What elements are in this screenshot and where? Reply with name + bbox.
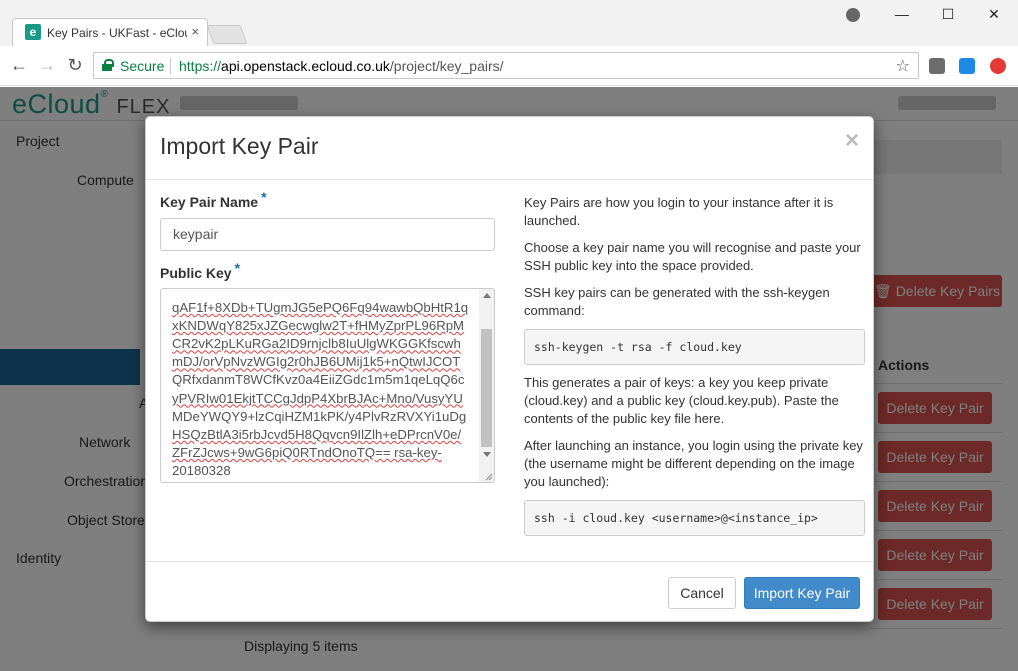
lock-icon bbox=[102, 59, 114, 71]
browser-titlebar: e Key Pairs - UKFast - eCloud × — ☐ ✕ bbox=[0, 0, 1018, 46]
reload-icon[interactable]: ↻ bbox=[63, 55, 87, 76]
close-window-button[interactable]: ✕ bbox=[972, 6, 1016, 23]
help-paragraph: After launching an instance, you login u… bbox=[524, 438, 863, 489]
close-icon[interactable]: × bbox=[845, 127, 859, 155]
modal-title: Import Key Pair bbox=[160, 133, 319, 159]
omnibox-divider bbox=[170, 58, 171, 74]
back-arrow-icon[interactable]: ← bbox=[7, 55, 31, 76]
url-host: api.openstack.ecloud.co.uk bbox=[221, 58, 390, 74]
secure-label: Secure bbox=[120, 58, 165, 74]
scroll-down-icon[interactable] bbox=[483, 452, 491, 457]
forward-arrow-icon[interactable]: → bbox=[35, 55, 59, 76]
tab-close-icon[interactable]: × bbox=[191, 24, 199, 39]
browser-toolbar: ← → ↻ Secure https://api.openstack.eclou… bbox=[0, 46, 1018, 86]
minimize-button[interactable]: — bbox=[880, 6, 924, 22]
address-bar[interactable]: Secure https://api.openstack.ecloud.co.u… bbox=[93, 52, 919, 79]
import-key-pair-button[interactable]: Import Key Pair bbox=[744, 577, 860, 609]
public-key-text: ​ qAF1f+8XDb+TUgmJG5ePQ6Fq94wawbQbHtR1q … bbox=[172, 300, 469, 478]
public-key-label: Public Key * bbox=[160, 260, 241, 281]
s-extension-icon[interactable] bbox=[959, 58, 975, 74]
public-key-textarea[interactable]: ​ qAF1f+8XDb+TUgmJG5ePQ6Fq94wawbQbHtR1q … bbox=[160, 288, 495, 483]
help-paragraph: Key Pairs are how you login to your inst… bbox=[524, 195, 834, 228]
key-pair-name-input[interactable]: keypair bbox=[160, 218, 495, 251]
resize-handle-icon[interactable] bbox=[484, 472, 493, 481]
shield-extension-icon[interactable] bbox=[929, 58, 945, 74]
bookmark-star-icon[interactable]: ☆ bbox=[896, 56, 910, 76]
import-key-pair-dialog: Import Key Pair × Key Pair Name * keypair… bbox=[145, 116, 874, 622]
url-scheme: https:// bbox=[179, 58, 222, 74]
help-paragraph: This generates a pair of keys: a key you… bbox=[524, 375, 839, 426]
upload-extension-icon[interactable] bbox=[990, 58, 1006, 74]
code-block: ssh -i cloud.key <username>@<instance_ip… bbox=[524, 500, 865, 536]
help-text: Key Pairs are how you login to your inst… bbox=[524, 194, 866, 545]
textarea-scrollbar[interactable] bbox=[479, 289, 494, 482]
help-paragraph: SSH key pairs can be generated with the … bbox=[524, 285, 830, 318]
key-pair-name-label: Key Pair Name * bbox=[160, 189, 267, 210]
tab-title: Key Pairs - UKFast - eCloud bbox=[47, 26, 187, 40]
cancel-button[interactable]: Cancel bbox=[668, 577, 736, 609]
maximize-button[interactable]: ☐ bbox=[926, 6, 970, 23]
url-text[interactable]: https://api.openstack.ecloud.co.uk/proje… bbox=[179, 58, 504, 74]
help-paragraph: Choose a key pair name you will recognis… bbox=[524, 240, 861, 273]
ecloud-favicon-icon: e bbox=[25, 24, 41, 40]
scroll-up-icon[interactable] bbox=[483, 293, 491, 298]
url-path: /project/key_pairs/ bbox=[389, 58, 504, 74]
browser-tab[interactable]: e Key Pairs - UKFast - eCloud × bbox=[12, 18, 208, 46]
scrollbar-thumb[interactable] bbox=[481, 329, 492, 447]
modal-header: Import Key Pair × bbox=[146, 117, 873, 180]
modal-footer: Cancel Import Key Pair bbox=[146, 561, 873, 623]
required-mark: * bbox=[261, 189, 267, 205]
profile-icon[interactable] bbox=[846, 8, 860, 22]
required-mark: * bbox=[234, 260, 241, 276]
code-block: ssh-keygen -t rsa -f cloud.key bbox=[524, 329, 865, 365]
new-tab-button[interactable] bbox=[206, 25, 248, 44]
